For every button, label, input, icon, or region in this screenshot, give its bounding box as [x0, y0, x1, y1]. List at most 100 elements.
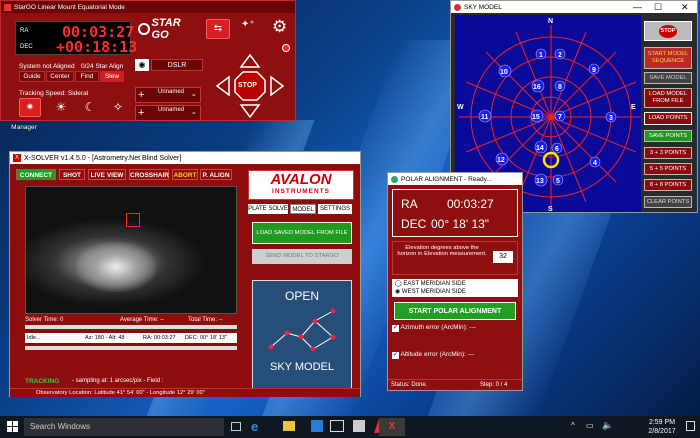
north-label: N	[548, 18, 553, 25]
total-time: Total Time: --	[188, 317, 223, 323]
stars-icon[interactable]: ✦⁺	[241, 19, 255, 30]
track-lunar-icon[interactable]: ☾	[79, 98, 101, 117]
task-view-icon[interactable]	[231, 422, 241, 431]
tab-crosshair[interactable]: CROSSHAIR	[129, 169, 169, 180]
points-8-8-button[interactable]: 8 + 8 POINTS	[644, 179, 692, 191]
elevation-box: Elevation degrees above the horizon in E…	[392, 241, 518, 275]
arrow-left-icon[interactable]	[215, 75, 230, 97]
sky-titlebar[interactable]: SKY MODEL — ☐ ✕	[451, 1, 697, 13]
points-3-3-button[interactable]: 3 + 3 POINTS	[644, 147, 692, 159]
app-icon	[391, 175, 398, 183]
save-model-button[interactable]: SAVE MODEL	[644, 72, 692, 84]
point-label: 12	[497, 157, 505, 164]
focuser-2-label: Unnamed	[158, 107, 185, 113]
clear-points-button[interactable]: CLEAR POINTS	[644, 196, 692, 208]
usb-button[interactable]: ⇆	[206, 19, 230, 39]
close-icon[interactable]: ✕	[681, 2, 689, 13]
camera-select[interactable]: DSLR	[151, 59, 203, 71]
taskbar: Search Windows e X ^ ▭ 🔈 2:59 PM 2/8/201…	[0, 416, 700, 438]
azimuth-error-row: ✓ Azimuth error (ArcMin): ---	[392, 324, 518, 336]
store-icon[interactable]	[311, 420, 323, 432]
subtab-model[interactable]: MODEL	[290, 204, 316, 214]
subtab-plate-solve[interactable]: PLATE SOLVE	[248, 204, 288, 214]
altitude-checkbox[interactable]: ✓	[392, 352, 399, 359]
camera-icon[interactable]: ◉	[135, 59, 149, 71]
tab-p-align[interactable]: P. ALIGN	[200, 169, 232, 180]
save-points-button[interactable]: SAVE POINTS	[644, 130, 692, 142]
az-alt-text: Az: 180 - Alt: 48	[85, 335, 125, 341]
observatory-location: Observatory Location: Latitude 41° 54' 0…	[36, 390, 205, 396]
stop-label: STOP	[238, 82, 257, 89]
subtab-settings[interactable]: SETTINGS	[318, 204, 352, 214]
focuser-plus-button[interactable]: +	[138, 89, 144, 101]
elevation-text: Elevation degrees above the horizon in E…	[397, 245, 487, 257]
ra-label: RA	[20, 28, 29, 34]
sampling-text: - sampling at: 1 arcsec/pix - Field :	[72, 378, 164, 384]
polar-coords: RA 00:03:27 DEC 00° 18' 13"	[392, 189, 518, 237]
start-polar-alignment-button[interactable]: START POLAR ALIGNMENT	[394, 302, 516, 320]
point-label: 8	[558, 84, 562, 91]
start-icon[interactable]	[7, 421, 18, 432]
gear-icon[interactable]: ⚙	[272, 17, 287, 37]
open-sky-model-button[interactable]: OPEN SKY MODEL	[252, 280, 352, 390]
notification-icon[interactable]	[686, 421, 695, 431]
edge-icon[interactable]: e	[251, 419, 258, 434]
tab-abort[interactable]: ABORT	[172, 169, 198, 180]
east-radio[interactable]: ◯ EAST MERIDIAN SIDE	[392, 279, 518, 288]
focuser-minus-button[interactable]: -	[192, 89, 196, 101]
track-solar-icon[interactable]: ☀	[50, 98, 72, 117]
load-points-button[interactable]: LOAD POINTS	[644, 112, 692, 125]
west-radio[interactable]: ◉ WEST MERIDIAN SIDE	[392, 288, 518, 295]
tab-shot[interactable]: SHOT	[59, 169, 85, 180]
arrow-up-icon[interactable]	[239, 53, 261, 68]
elevation-input[interactable]: 32	[493, 251, 513, 263]
maximize-icon[interactable]: ☐	[654, 2, 662, 13]
arrow-right-icon[interactable]	[270, 75, 285, 97]
find-button[interactable]: Find	[75, 71, 99, 82]
ra-value: 00:03:27	[447, 197, 494, 211]
desktop-icon-manager[interactable]: Manager	[2, 124, 46, 131]
tab-connect[interactable]: CONNECT	[16, 169, 56, 180]
xsolver-taskbar-icon[interactable]: X	[379, 418, 405, 436]
load-model-from-file-button[interactable]: LOAD MODEL FROM FILE	[644, 88, 692, 108]
network-icon[interactable]: ▭	[586, 421, 594, 430]
focuser-minus-button[interactable]: -	[192, 107, 196, 119]
clock[interactable]: 2:59 PM 2/8/2017	[642, 418, 682, 436]
xsolver-titlebar[interactable]: X X-SOLVER v1.4.5.0 - [Astrometry.Net Bl…	[10, 152, 360, 164]
location-bar: Observatory Location: Latitude 41° 54' 0…	[10, 388, 360, 397]
points-5-5-button[interactable]: 5 + 5 POINTS	[644, 163, 692, 175]
tray-chevron-icon[interactable]: ^	[571, 421, 575, 430]
polar-titlebar[interactable]: POLAR ALIGNMENT - Ready...	[388, 173, 522, 185]
load-saved-model-button[interactable]: LOAD SAVED MODEL FROM FILE	[252, 222, 352, 244]
focuser-plus-button[interactable]: +	[138, 107, 144, 119]
point-label: 2	[558, 52, 562, 59]
sky-stop-button[interactable]: STOP	[644, 21, 692, 41]
point-label: 9	[592, 67, 596, 74]
live-image[interactable]	[25, 186, 237, 314]
azimuth-checkbox[interactable]: ✓	[392, 325, 399, 332]
guide-button[interactable]: Guide	[19, 71, 45, 82]
tab-live-view[interactable]: LIVE VIEW	[88, 169, 126, 180]
app-window-icon[interactable]	[330, 420, 344, 432]
start-model-sequence-button[interactable]: START MODEL SEQUENCE	[644, 47, 692, 69]
stargo-taskbar-icon[interactable]	[353, 420, 365, 432]
point-label: 3	[609, 115, 613, 122]
stargo-titlebar[interactable]: StarGO Linear Mount Equatorial Mode	[1, 1, 295, 13]
search-box[interactable]: Search Windows	[24, 418, 224, 436]
point-label: 15	[532, 114, 540, 121]
minimize-icon[interactable]: —	[633, 2, 642, 12]
window-title: X-SOLVER v1.4.5.0 - [Astrometry.Net Blin…	[24, 154, 182, 162]
arrow-down-icon[interactable]	[239, 104, 261, 119]
slew-button[interactable]: Slew	[100, 71, 124, 82]
track-king-icon[interactable]: ✧	[107, 98, 129, 117]
send-model-button[interactable]: SEND MODEL TO STARGO	[252, 249, 352, 264]
logo-ring-icon	[138, 23, 150, 35]
track-sidereal-icon[interactable]: ✷	[19, 98, 41, 117]
volume-icon[interactable]: 🔈	[602, 420, 613, 431]
explorer-icon[interactable]	[283, 421, 295, 431]
ra-label: RA	[401, 197, 418, 211]
crosshair-icon	[126, 213, 140, 227]
center-button[interactable]: Center	[46, 71, 74, 82]
west-label: W	[457, 104, 464, 111]
power-led-icon	[282, 44, 290, 52]
